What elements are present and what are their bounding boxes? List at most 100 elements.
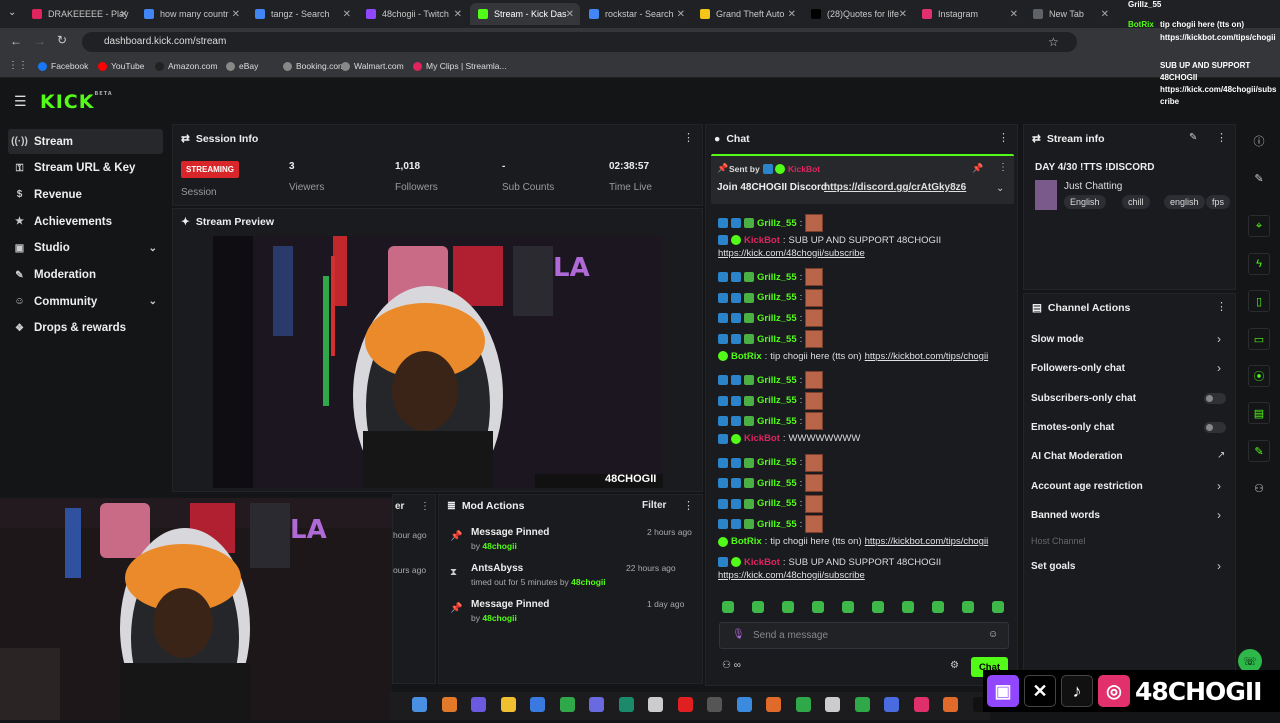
channel-action-slow-mode[interactable]: Slow mode — [1031, 334, 1084, 345]
chat-message[interactable]: KickBot: SUB UP AND SUPPORT 48CHOGII — [718, 557, 941, 568]
document-icon[interactable]: ▯ — [1248, 290, 1270, 312]
mod-action-item[interactable]: AntsAbyss timed out for 5 minutes by 48ch… — [471, 563, 693, 587]
channel-action-banned-words[interactable]: Banned words — [1031, 510, 1100, 521]
chat-message[interactable]: BotRix: tip chogii here (tts on) https://k… — [718, 351, 988, 362]
address-bar[interactable]: dashboard.kick.com/stream — [82, 32, 1077, 52]
reload-icon[interactable]: ↻ — [57, 33, 67, 47]
chevron-right-icon[interactable]: › — [1217, 559, 1221, 573]
chat-username[interactable]: BotRix — [731, 536, 762, 547]
chat-message[interactable]: Grillz_55: — [718, 288, 824, 307]
taskbar-app-icon[interactable] — [589, 697, 604, 712]
chat-message[interactable]: Grillz_55: — [718, 474, 824, 493]
taskbar-app-icon[interactable] — [884, 697, 899, 712]
emote-icon[interactable] — [902, 601, 914, 613]
close-icon[interactable]: ✕ — [566, 9, 574, 20]
emote-icon[interactable] — [962, 601, 974, 613]
emote-icon[interactable] — [722, 601, 734, 613]
taskbar-app-icon[interactable] — [707, 697, 722, 712]
close-icon[interactable]: ✕ — [1010, 9, 1018, 20]
channel-action-set-goals[interactable]: Set goals — [1031, 561, 1075, 572]
taskbar-app-icon[interactable] — [441, 697, 457, 712]
external-link-icon[interactable]: ↗ — [1217, 450, 1225, 461]
bookmark-item[interactable]: Booking.com — [283, 61, 345, 71]
toggle-switch[interactable] — [1204, 393, 1226, 404]
chevron-right-icon[interactable]: › — [1217, 508, 1221, 522]
chevron-down-icon[interactable]: ⌄ — [149, 296, 157, 307]
more-icon[interactable]: ⋮ — [683, 499, 694, 512]
chat-username[interactable]: Grillz_55 — [757, 272, 797, 283]
taskbar-app-icon[interactable] — [500, 697, 516, 712]
chevron-down-icon[interactable]: ⌄ — [996, 183, 1004, 194]
chevron-down-icon[interactable]: ⌄ — [149, 243, 157, 254]
tag-chip[interactable]: fps — [1206, 195, 1231, 209]
chat-message[interactable]: Grillz_55: — [718, 453, 824, 472]
chat-username[interactable]: Grillz_55 — [757, 457, 797, 468]
close-icon[interactable]: ✕ — [1101, 9, 1109, 20]
close-icon[interactable]: ✕ — [788, 9, 796, 20]
chat-link[interactable]: https://kick.com/48chogii/subscribe — [718, 570, 865, 581]
tag-chip[interactable]: English — [1064, 195, 1106, 209]
bookmark-star-icon[interactable]: ☆ — [1048, 35, 1059, 49]
taskbar-app-icon[interactable] — [825, 697, 840, 712]
sidebar-item-moderation[interactable]: ✎ Moderation — [8, 263, 163, 288]
more-icon[interactable]: ⋮ — [420, 501, 430, 512]
browser-tab[interactable]: 48chogii - Twitch ✕ — [358, 3, 468, 25]
kick-logo[interactable]: KICKBETA — [40, 91, 113, 113]
chat-link[interactable]: https://kickbot.com/tips/chogii — [865, 351, 989, 362]
wrench-icon[interactable]: ✎ — [1248, 440, 1270, 462]
chat-message[interactable]: KickBot: WWWWWWWW — [718, 433, 860, 444]
forward-icon[interactable]: → — [34, 34, 46, 48]
browser-tab[interactable]: rockstar - Search ✕ — [581, 3, 691, 25]
chevron-right-icon[interactable]: › — [1217, 479, 1221, 493]
tag-chip[interactable]: chill — [1122, 195, 1150, 209]
chat-username[interactable]: Grillz_55 — [757, 416, 797, 427]
close-icon[interactable]: ✕ — [677, 9, 685, 20]
mod-action-item[interactable]: Message Pinned by 48chogii 2 hours ago — [471, 527, 693, 551]
close-icon[interactable]: ✕ — [899, 9, 907, 20]
chat-username[interactable]: Grillz_55 — [757, 334, 797, 345]
chat-settings-icon[interactable]: ⚙ — [950, 660, 959, 671]
channel-action-ai-chat-moderation[interactable]: AI Chat Moderation — [1031, 451, 1123, 462]
chevron-right-icon[interactable]: › — [1217, 332, 1221, 346]
chat-bubble-icon[interactable]: ▭ — [1248, 328, 1270, 350]
chat-link[interactable]: https://kick.com/48chogii/subscribe — [718, 248, 865, 259]
chat-username[interactable]: Grillz_55 — [757, 519, 797, 530]
taskbar-app-icon[interactable] — [648, 697, 663, 712]
emote-icon[interactable] — [872, 601, 884, 613]
chat-message[interactable]: Grillz_55: — [718, 515, 824, 534]
close-icon[interactable]: ✕ — [343, 9, 351, 20]
more-icon[interactable]: ⋮ — [998, 131, 1009, 144]
emote-icon[interactable] — [842, 601, 854, 613]
chat-username[interactable]: Grillz_55 — [757, 395, 797, 406]
emoji-icon[interactable]: ☺ — [988, 629, 998, 640]
menu-icon[interactable]: ☰ — [14, 93, 27, 110]
chat-username[interactable]: KickBot — [744, 433, 780, 444]
taskbar-app-icon[interactable] — [943, 697, 958, 712]
filter-button[interactable]: Filter — [642, 500, 666, 511]
more-icon[interactable]: ⋮ — [1216, 131, 1227, 144]
taskbar-app-icon[interactable] — [913, 697, 929, 712]
plus-users-icon[interactable]: ⚇ — [1248, 477, 1270, 499]
chat-users-icon[interactable]: ⚇ ∞ — [722, 660, 741, 671]
chevron-right-icon[interactable]: › — [1217, 361, 1221, 375]
bookmark-item[interactable]: Facebook — [38, 61, 88, 71]
back-icon[interactable]: ← — [10, 34, 22, 48]
category-name[interactable]: Just Chatting — [1064, 181, 1122, 192]
browser-tab[interactable]: tangz - Search ✕ — [247, 3, 357, 25]
channel-action-subscribers-only-chat[interactable]: Subscribers-only chat — [1031, 393, 1136, 404]
stream-preview-video[interactable]: LA 48CHOGII — [213, 236, 663, 506]
taskbar-app-icon[interactable] — [677, 697, 693, 712]
channel-action-account-age-restriction[interactable]: Account age restriction — [1031, 481, 1143, 492]
chat-message[interactable]: Grillz_55: — [718, 391, 824, 410]
taskbar-app-icon[interactable] — [412, 697, 427, 712]
chat-username[interactable]: Grillz_55 — [757, 478, 797, 489]
chat-username[interactable]: BotRix — [731, 351, 762, 362]
bookmark-item[interactable]: eBay — [226, 61, 258, 71]
bookmark-item[interactable]: My Clips | Streamla... — [413, 61, 507, 71]
browser-tab[interactable]: New Tab ✕ — [1025, 3, 1115, 25]
toggle-switch[interactable] — [1204, 422, 1226, 433]
chat-message[interactable]: Grillz_55: — [718, 494, 824, 513]
apps-grid-icon[interactable]: ⋮⋮ — [8, 60, 28, 71]
emote-icon[interactable] — [782, 601, 794, 613]
tab-search-icon[interactable]: ⌄ — [8, 7, 16, 18]
